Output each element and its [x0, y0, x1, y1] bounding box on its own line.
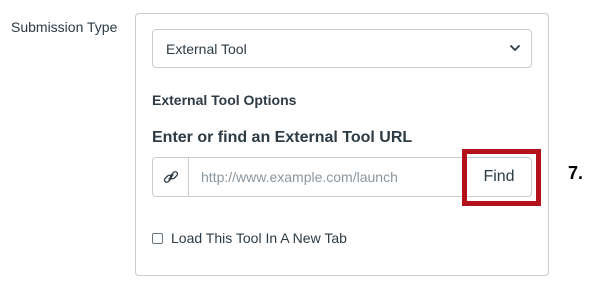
- step-number-marker: 7.: [568, 163, 584, 183]
- external-tool-url-group: Find: [152, 157, 532, 197]
- load-in-new-tab-checkbox[interactable]: [152, 232, 163, 244]
- external-tool-url-input[interactable]: [188, 157, 467, 197]
- find-button[interactable]: Find: [467, 157, 532, 197]
- link-icon: [152, 157, 188, 197]
- submission-type-selected-value: External Tool: [166, 40, 247, 57]
- external-tool-options-heading: External Tool Options: [152, 92, 297, 108]
- submission-type-form: Submission Type External Tool External T…: [0, 0, 598, 296]
- submission-type-label: Submission Type: [11, 19, 118, 35]
- chevron-down-icon: [509, 43, 521, 55]
- load-in-new-tab-option[interactable]: Load This Tool In A New Tab: [152, 230, 347, 246]
- submission-type-select[interactable]: External Tool: [152, 29, 532, 68]
- external-tool-url-label: Enter or find an External Tool URL: [152, 129, 413, 146]
- load-in-new-tab-label: Load This Tool In A New Tab: [171, 230, 347, 246]
